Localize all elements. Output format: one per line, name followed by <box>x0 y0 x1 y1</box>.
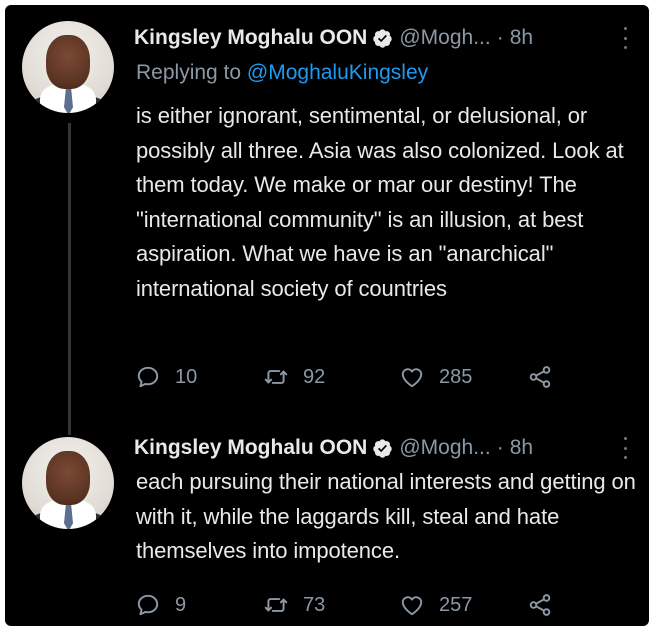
tweet-header: Kingsley Moghalu OON @Mogh... · 8h <box>134 23 634 53</box>
retweet-count: 73 <box>303 593 326 616</box>
avatar[interactable] <box>22 21 114 113</box>
tweet[interactable]: Kingsley Moghalu OON @Mogh... · 8h Reply… <box>5 5 649 425</box>
retweet-icon <box>264 370 288 384</box>
tweet-text: is either ignorant, sentimental, or delu… <box>136 103 624 301</box>
reply-count: 9 <box>175 593 187 616</box>
like-count: 285 <box>439 365 473 388</box>
verified-badge-icon <box>373 438 393 458</box>
more-vertical-icon[interactable] <box>618 27 632 49</box>
separator-dot: · <box>496 436 504 459</box>
author-handle[interactable]: @Mogh... <box>399 26 490 50</box>
retweet-button[interactable]: 92 <box>263 362 325 392</box>
replying-to-line: Replying to @MoghaluKingsley <box>136 61 428 85</box>
tweet-actions: 10 92 285 <box>135 362 575 392</box>
retweet-button[interactable]: 73 <box>263 590 325 620</box>
author-name[interactable]: Kingsley Moghalu OON <box>134 26 367 50</box>
tweet-text: each pursuing their national interests a… <box>136 469 636 563</box>
more-vertical-icon[interactable] <box>618 437 632 459</box>
like-button[interactable]: 285 <box>399 362 472 392</box>
tweet-header: Kingsley Moghalu OON @Mogh... · 8h <box>134 433 634 463</box>
author-handle[interactable]: @Mogh... <box>399 436 490 460</box>
share-icon <box>529 366 551 388</box>
reply-icon <box>137 594 159 616</box>
reply-button[interactable]: 10 <box>135 362 197 392</box>
share-icon <box>529 594 551 616</box>
replying-to-mention[interactable]: @MoghaluKingsley <box>247 61 428 84</box>
avatar[interactable] <box>22 437 114 529</box>
reply-count: 10 <box>175 365 198 388</box>
like-button[interactable]: 257 <box>399 590 472 620</box>
share-button[interactable] <box>527 362 553 392</box>
verified-badge-icon <box>373 28 393 48</box>
tweet-actions: 9 73 257 <box>135 590 575 620</box>
like-count: 257 <box>439 593 473 616</box>
timestamp[interactable]: 8h <box>510 436 533 460</box>
reply-icon <box>137 366 159 388</box>
tweet[interactable]: Kingsley Moghalu OON @Mogh... · 8h each … <box>5 425 649 626</box>
reply-button[interactable]: 9 <box>135 590 186 620</box>
tweet-thread: Kingsley Moghalu OON @Mogh... · 8h Reply… <box>5 5 649 626</box>
retweet-icon <box>264 598 288 612</box>
heart-icon <box>401 596 423 616</box>
heart-icon <box>401 368 423 388</box>
retweet-count: 92 <box>303 365 326 388</box>
timestamp[interactable]: 8h <box>510 26 533 50</box>
separator-dot: · <box>496 26 504 49</box>
share-button[interactable] <box>527 590 553 620</box>
replying-prefix: Replying to <box>136 61 242 84</box>
author-name[interactable]: Kingsley Moghalu OON <box>134 436 367 460</box>
